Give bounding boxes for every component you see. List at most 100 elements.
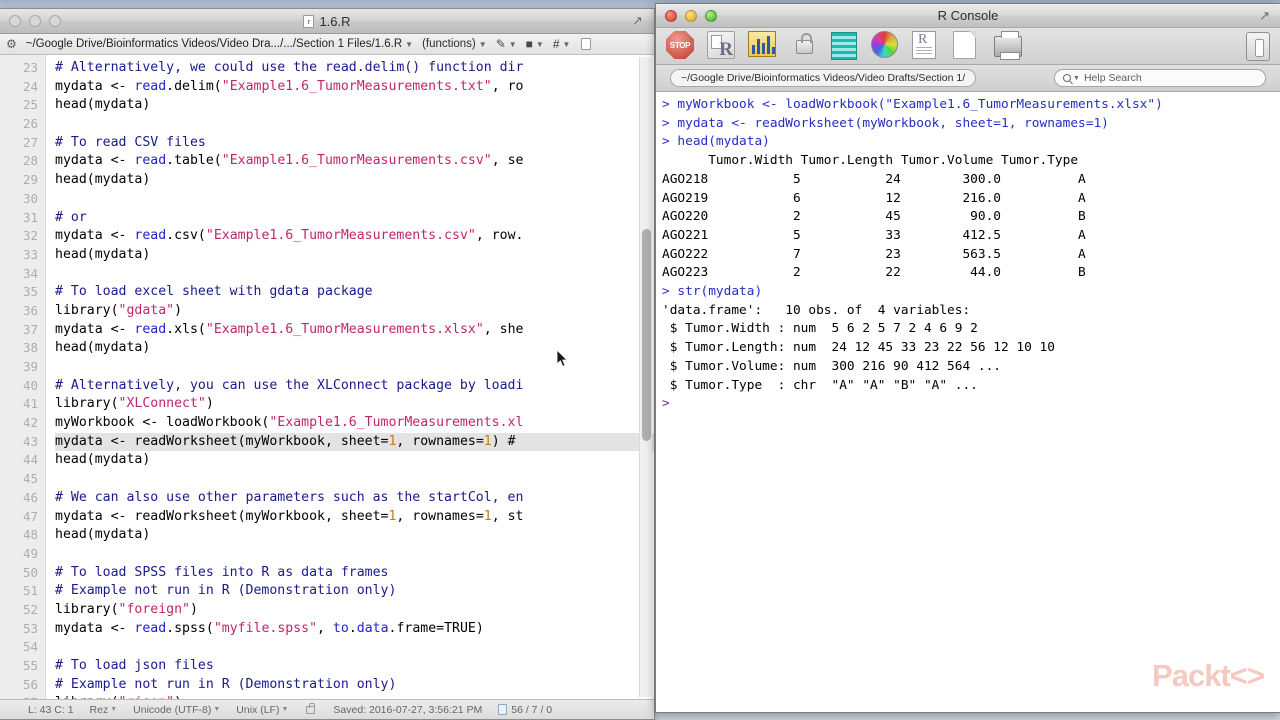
console-line: $ Tumor.Length: num 24 12 45 33 23 22 56… <box>662 340 1055 356</box>
code-line[interactable] <box>55 358 654 377</box>
editor-mode-menu[interactable]: Rez ▼ <box>90 704 118 716</box>
plot-button[interactable] <box>748 31 778 61</box>
data-sheet-button[interactable] <box>830 31 860 61</box>
help-search-input[interactable]: ▼ Help Search <box>1054 69 1266 87</box>
code-line[interactable] <box>55 190 654 209</box>
code-line[interactable] <box>55 265 654 284</box>
new-document-button[interactable] <box>953 31 983 61</box>
line-number: 33 <box>22 246 38 262</box>
code-token: , row. <box>475 228 524 244</box>
code-token: # We can also use other parameters such … <box>55 489 524 505</box>
unlocked-icon[interactable] <box>306 702 316 714</box>
code-line[interactable]: mydata <- read.spss("myfile.spss", to.da… <box>55 620 654 639</box>
code-token: read <box>134 620 167 636</box>
code-line[interactable]: library("gdata") <box>55 302 654 321</box>
line-ending-menu[interactable]: Unix (LF) ▼ <box>236 704 288 716</box>
code-line[interactable] <box>55 545 654 564</box>
code-line[interactable]: mydata <- readWorksheet(myWorkbook, shee… <box>55 508 654 527</box>
chevron-down-icon: ▼ <box>535 39 544 49</box>
gear-icon[interactable]: ⚙ <box>6 37 17 51</box>
code-token: mydata <- readWorksheet(myWorkbook, shee… <box>55 508 389 524</box>
code-token: library( <box>55 396 119 412</box>
editor-stack-menu[interactable]: ■ ▼ <box>526 37 544 51</box>
console-output-area[interactable]: > myWorkbook <- loadWorkbook("Example1.6… <box>656 92 1280 712</box>
line-number: 47 <box>22 508 38 524</box>
line-number: 54 <box>22 639 38 655</box>
code-line[interactable] <box>55 470 654 489</box>
console-title: R Console <box>937 8 999 23</box>
code-line[interactable]: mydata <- read.table("Example1.6_TumorMe… <box>55 152 654 171</box>
code-line[interactable]: mydata <- read.xls("Example1.6_TumorMeas… <box>55 321 654 340</box>
editor-vertical-scrollbar[interactable] <box>639 57 652 697</box>
console-line: > myWorkbook <- loadWorkbook("Example1.6… <box>662 97 1163 112</box>
console-line: AGO222 7 23 563.5 A <box>662 246 1086 262</box>
search-icon <box>1063 74 1071 82</box>
editor-path-item[interactable]: ~/Google Drive/Bioinformatics Videos/Vid… <box>26 38 413 50</box>
code-line[interactable]: mydata <- read.delim("Example1.6_TumorMe… <box>55 78 654 97</box>
code-line[interactable]: # To load excel sheet with gdata package <box>55 283 654 302</box>
panel-toggle-icon[interactable] <box>1246 32 1270 61</box>
line-number: 44 <box>22 452 38 468</box>
editor-titlebar[interactable]: r 1.6.R ↗ <box>0 9 654 34</box>
r-document-button[interactable] <box>912 31 942 61</box>
code-line[interactable]: mydata <- readWorksheet(myWorkbook, shee… <box>55 432 654 452</box>
expand-icon[interactable]: ↗ <box>1259 8 1270 24</box>
code-line[interactable]: # or <box>55 209 654 228</box>
code-line[interactable]: head(mydata) <box>55 246 654 265</box>
code-editor-area[interactable]: 23 24 25 26 27 28 29 30 31 32 33 34 35 36 37 38 39 40 41 42… <box>0 55 654 699</box>
console-titlebar[interactable]: R Console ↗ <box>656 4 1280 28</box>
editor-functions-menu[interactable]: (functions) ▼ <box>422 38 487 50</box>
code-line[interactable]: # Example not run in R (Demonstration on… <box>55 582 654 601</box>
code-line[interactable]: library("rjson") <box>55 694 654 699</box>
code-line[interactable]: # Alternatively, we could use the read.d… <box>55 59 654 78</box>
r-source-icon <box>707 31 735 59</box>
code-line[interactable] <box>55 115 654 134</box>
editor-scrollbar-thumb[interactable] <box>642 229 651 441</box>
code-line[interactable]: # Example not run in R (Demonstration on… <box>55 676 654 695</box>
document-icon[interactable] <box>581 38 592 50</box>
encoding-menu[interactable]: Unicode (UTF-8) ▼ <box>133 704 220 716</box>
code-line[interactable]: library("foreign") <box>55 601 654 620</box>
desktop: r 1.6.R ↗ ⚙ ~/Google Drive/Bioinformatic… <box>0 0 1280 720</box>
code-line[interactable]: # Alternatively, you can use the XLConne… <box>55 377 654 396</box>
code-line[interactable]: myWorkbook <- loadWorkbook("Example1.6_T… <box>55 414 654 433</box>
code-line[interactable]: head(mydata) <box>55 526 654 545</box>
line-number: 57 <box>0 694 45 699</box>
code-token: mydata <- <box>55 78 135 94</box>
code-line[interactable]: # To load json files <box>55 657 654 676</box>
line-number: 25 <box>22 97 38 113</box>
code-line[interactable]: # To load SPSS files into R as data fram… <box>55 564 654 583</box>
console-line: AGO218 5 24 300.0 A <box>662 171 1086 187</box>
document-icon <box>498 704 508 715</box>
code-line[interactable]: head(mydata) <box>55 339 654 358</box>
code-token: read <box>134 228 167 244</box>
code-line[interactable]: head(mydata) <box>55 171 654 190</box>
code-token: head(mydata) <box>55 97 151 113</box>
working-directory-field[interactable]: ~/Google Drive/Bioinformatics Videos/Vid… <box>670 69 977 87</box>
editor-pencil-menu[interactable]: ✎ ▼ <box>496 37 517 51</box>
code-token: head(mydata) <box>55 340 151 356</box>
chevron-down-icon: ▼ <box>405 39 414 49</box>
saved-timestamp: Saved: 2016-07-27, 3:56:21 PM <box>333 703 483 716</box>
code-line[interactable] <box>55 638 654 657</box>
code-content[interactable]: # Alternatively, we could use the read.d… <box>46 55 654 699</box>
expand-icon[interactable]: ↗ <box>632 14 645 27</box>
r-source-button[interactable] <box>707 31 737 61</box>
color-picker-button[interactable] <box>871 31 901 61</box>
stop-button[interactable]: STOP <box>666 31 696 61</box>
code-token: mydata <- <box>55 321 135 337</box>
code-line[interactable]: library("XLConnect") <box>55 395 654 414</box>
code-line[interactable]: head(mydata) <box>55 96 654 115</box>
line-number: 53 <box>22 620 38 636</box>
console-toolbar[interactable]: STOP <box>656 28 1280 65</box>
code-line[interactable]: head(mydata) <box>55 451 654 470</box>
code-token: # Example not run in R (Demonstration on… <box>55 583 397 599</box>
code-line[interactable]: # To read CSV files <box>55 134 654 153</box>
print-button[interactable] <box>994 31 1024 61</box>
r-console-window: R Console ↗ STOP R R ~/Google Drive/Bioi… <box>655 3 1280 713</box>
line-number: 56 <box>22 676 38 692</box>
lock-button[interactable] <box>789 31 819 61</box>
editor-hash-menu[interactable]: # ▼ <box>553 37 571 51</box>
code-line[interactable]: # We can also use other parameters such … <box>55 489 654 508</box>
code-line[interactable]: mydata <- read.csv("Example1.6_TumorMeas… <box>55 227 654 246</box>
